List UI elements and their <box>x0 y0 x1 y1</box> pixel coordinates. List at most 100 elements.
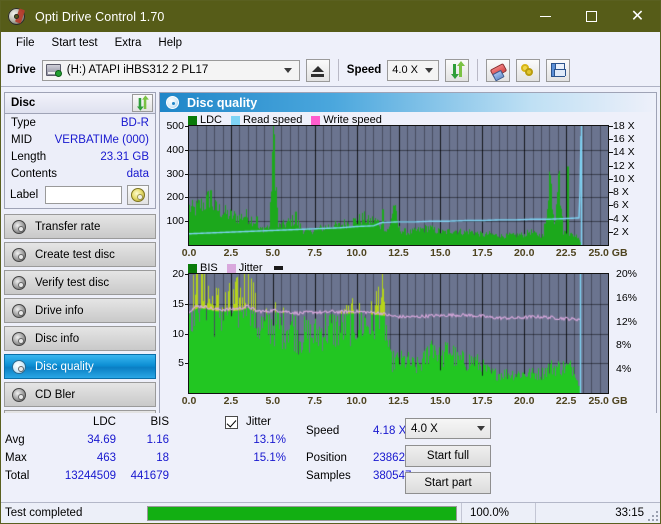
legend-swatch-ldc <box>188 115 197 125</box>
menu-item-help[interactable]: Help <box>151 35 189 51</box>
sidebar-item-drive-info[interactable]: Drive info <box>4 298 156 323</box>
status-bar: Test completed 100.0% 33:15 <box>1 502 660 523</box>
disc-label-input[interactable] <box>45 186 123 204</box>
disc-row-type: Type BD-R <box>5 114 155 131</box>
bis-xtick: 7.5 <box>307 395 322 407</box>
ldc-ytick: 200 <box>166 191 184 204</box>
floppy-save-icon <box>551 63 567 77</box>
bis-xtick: 17.5 <box>472 395 493 407</box>
eject-button[interactable] <box>305 58 330 82</box>
sidebar-item-disc-info[interactable]: Disc info <box>4 326 156 351</box>
bis-ytick-mark <box>185 363 189 365</box>
jitter-checkbox[interactable] <box>225 416 238 429</box>
read-speed-ytick: 2 X <box>613 225 629 238</box>
legend-swatch-write-speed <box>311 115 321 125</box>
sidebar-item-label: Transfer rate <box>35 220 101 233</box>
drive-label: Drive <box>7 64 36 76</box>
disc-row-mid: MID VERBATIMe (000) <box>5 131 155 148</box>
chevron-down-icon <box>477 426 485 431</box>
bis-xtick: 0.0 <box>181 395 197 407</box>
read-speed-ytick: 8 X <box>613 186 629 199</box>
sidebar-item-transfer-rate[interactable]: Transfer rate <box>4 214 156 239</box>
start-full-button[interactable]: Start full <box>405 445 491 467</box>
eject-icon <box>311 66 324 72</box>
ldc-xtick: 10.0 <box>346 247 367 259</box>
ldc-ytick: 300 <box>166 167 184 180</box>
disc-row-contents-key: Contents <box>11 167 58 180</box>
jitter-label: Jitter <box>246 416 271 428</box>
menu-item-extra[interactable]: Extra <box>108 35 149 51</box>
speed-select[interactable]: 4.0 X <box>387 59 440 81</box>
stats-position-label: Position <box>306 452 347 464</box>
disc-quality-panel: Disc quality LDC Read speed Write speed … <box>1 92 660 501</box>
bis-xtick: 2.5 <box>223 395 239 407</box>
app-disc-icon <box>8 8 25 25</box>
ldc-ytick-mark <box>185 126 189 127</box>
save-button[interactable] <box>546 58 571 82</box>
legend-label-ldc: LDC <box>200 114 223 126</box>
start-part-button[interactable]: Start part <box>405 472 491 494</box>
disc-icon <box>12 275 26 290</box>
ldc-ytick-mark <box>185 197 189 199</box>
sidebar-item-label: Disc info <box>35 332 80 345</box>
disc-row-length-value: 23.31 GB <box>100 150 149 163</box>
read-speed-ytick-mark <box>609 178 613 180</box>
settings-button[interactable] <box>516 58 541 82</box>
bis-ytick-mark <box>185 333 189 335</box>
legend-bis: BIS <box>188 262 218 274</box>
ldc-ytick: 400 <box>166 143 184 156</box>
ldc-ytick-mark <box>185 221 189 223</box>
legend-label-read-speed: Read speed <box>243 114 303 126</box>
refresh-button[interactable] <box>445 58 470 82</box>
stats-header-bis: BIS <box>150 416 169 428</box>
toolbar-divider-2 <box>477 59 479 81</box>
stats-avg-jitter: 13.1% <box>253 434 286 446</box>
erase-button[interactable] <box>486 58 511 82</box>
disc-panel-title: Disc <box>11 97 36 109</box>
ldc-chart-legend: LDC Read speed Write speed <box>188 114 387 126</box>
app-window: Opti Drive Control 1.70 ✕ File Start tes… <box>0 0 661 524</box>
resize-grip[interactable] <box>648 511 658 521</box>
sidebar-item-disc-quality[interactable]: Disc quality <box>4 354 156 379</box>
disc-label-browse-button[interactable] <box>127 185 150 205</box>
read-speed-ytick-mark <box>609 218 613 220</box>
read-speed-ytick: 10 X <box>613 172 635 185</box>
progress-bar-fill <box>148 506 456 520</box>
disc-refresh-button[interactable] <box>132 94 153 112</box>
disc-icon <box>12 387 26 402</box>
disc-row-mid-value: VERBATIMe (000) <box>54 133 149 146</box>
sidebar-item-verify-test-disc[interactable]: Verify test disc <box>4 270 156 295</box>
close-button[interactable]: ✕ <box>615 1 660 32</box>
sidebar-item-label: Verify test disc <box>35 276 110 289</box>
disc-icon <box>12 359 26 374</box>
read-speed-ytick: 6 X <box>613 199 629 212</box>
ldc-xtick: 25.0 GB <box>588 247 628 259</box>
ldc-ytick-mark <box>185 149 189 151</box>
jitter-ytick: 20% <box>616 268 638 280</box>
read-speed-ytick-mark <box>609 205 613 207</box>
legend-write-speed: Write speed <box>311 114 382 126</box>
disc-row-length-key: Length <box>11 150 47 163</box>
drive-select[interactable]: (H:) ATAPI iHBS312 2 PL17 <box>41 59 300 81</box>
maximize-button[interactable] <box>569 1 614 32</box>
sidebar-item-label: CD Bler <box>35 388 76 401</box>
drive-select-value: (H:) ATAPI iHBS312 2 PL17 <box>66 64 209 76</box>
ldc-ytick: 500 <box>166 120 184 132</box>
minimize-button[interactable] <box>523 1 568 32</box>
ldc-xtick: 20.0 <box>513 247 535 259</box>
legend-read-speed: Read speed <box>231 114 302 126</box>
sidebar-item-cd-bler[interactable]: CD Bler <box>4 382 156 407</box>
menu-item-start-test[interactable]: Start test <box>45 35 105 51</box>
refresh-icon <box>450 60 465 79</box>
test-speed-select[interactable]: 4.0 X <box>405 418 491 439</box>
read-speed-ytick-mark <box>609 126 613 127</box>
bis-xtick: 15.0 <box>430 395 451 407</box>
bis-ytick: 15 <box>172 297 184 310</box>
disc-row-contents: Contents data <box>5 165 155 182</box>
speed-label: Speed <box>346 64 382 76</box>
title-bar: Opti Drive Control 1.70 ✕ <box>1 1 660 32</box>
menu-item-file[interactable]: File <box>9 35 42 51</box>
sidebar-item-create-test-disc[interactable]: Create test disc <box>4 242 156 267</box>
jitter-ytick: 8% <box>616 339 632 352</box>
stats-samples-label: Samples <box>306 470 351 482</box>
